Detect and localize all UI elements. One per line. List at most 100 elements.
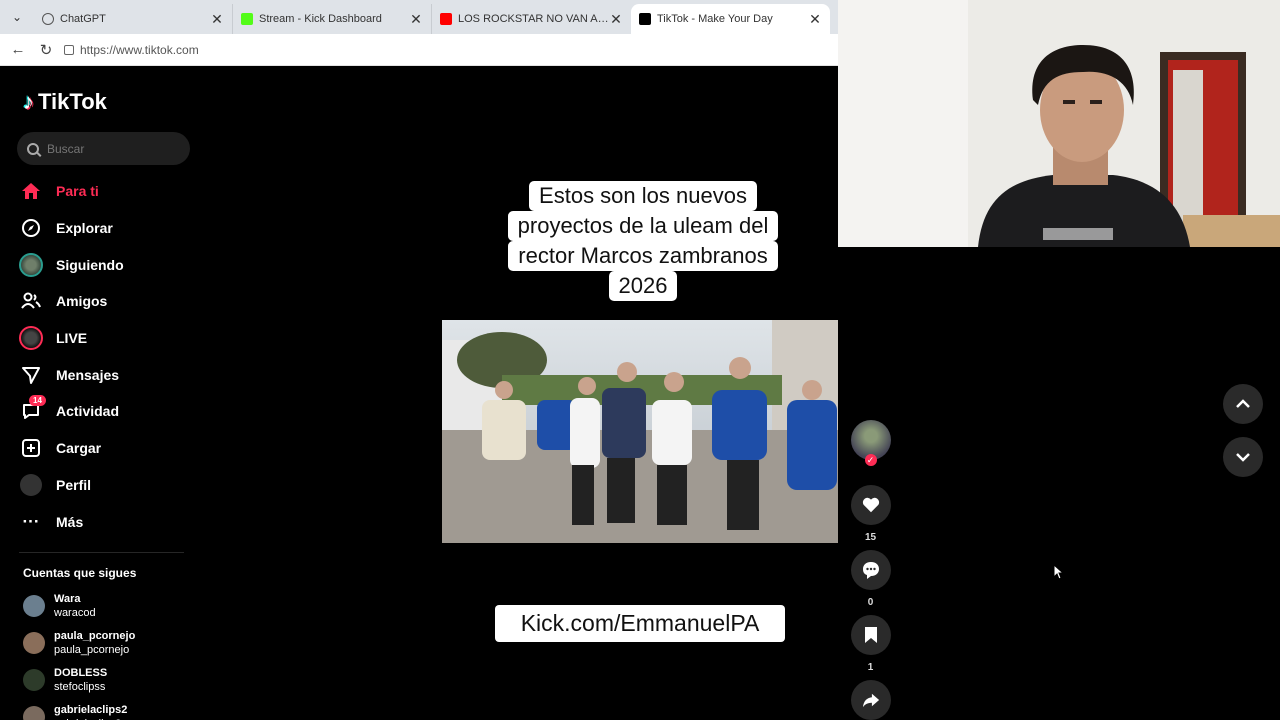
account-user: paula_pcornejo (54, 643, 130, 656)
tab-kick-dashboard[interactable]: Stream - Kick Dashboard ✕ (233, 4, 432, 34)
author-avatar[interactable]: ✓ (850, 420, 891, 466)
kick-overlay-text: Kick.com/EmmanuelPA (495, 605, 785, 642)
avatar (23, 668, 45, 691)
close-tab-icon[interactable]: ✕ (409, 11, 423, 28)
upload-icon (19, 436, 43, 460)
video-caption: Estos son los nuevos proyectos de la ule… (484, 181, 802, 301)
like-button[interactable] (850, 485, 891, 525)
back-arrow-icon[interactable]: ← (4, 41, 32, 58)
browser-tab-bar: ⌄ ChatGPT ✕ Stream - Kick Dashboard ✕ LO… (0, 0, 838, 34)
more-icon: ··· (22, 511, 40, 531)
youtube-favicon-icon (440, 13, 452, 25)
following-section-title: Cuentas que sigues (23, 566, 137, 580)
following-avatar-icon (19, 252, 43, 277)
menu-item-amigos[interactable]: Amigos (19, 283, 189, 320)
account-name: gabrielaclips2 (54, 703, 128, 716)
caption-line: rector Marcos zambranos (508, 241, 778, 271)
activity-icon: 14 (19, 395, 46, 423)
menu-label: Perfil (56, 476, 92, 493)
caption-line: Estos son los nuevos (529, 181, 757, 211)
search-box[interactable] (17, 132, 190, 165)
account-user: waracod (54, 606, 96, 619)
comment-icon (862, 562, 879, 579)
search-input[interactable] (47, 141, 177, 156)
menu-item-actividad[interactable]: 14 Actividad (19, 393, 189, 430)
menu-item-perfil[interactable]: Perfil (19, 467, 189, 504)
account-text: paula_pcornejo paula_pcornejo (54, 629, 135, 657)
tab-youtube[interactable]: LOS ROCKSTAR NO VAN AL CIELO ✕ (432, 4, 631, 34)
close-tab-icon[interactable]: ✕ (808, 11, 822, 28)
tiktok-logo[interactable]: ♪ TikTok (23, 89, 107, 115)
menu-item-mensajes[interactable]: Mensajes (19, 356, 189, 393)
tab-title: LOS ROCKSTAR NO VAN AL CIELO (458, 13, 609, 25)
following-account[interactable]: Wara waracod (23, 587, 193, 624)
follow-plus-icon[interactable]: ✓ (864, 454, 877, 466)
account-user: gabrielaclips2 (54, 717, 127, 720)
chatgpt-favicon-icon (42, 13, 54, 25)
tab-tiktok[interactable]: TikTok - Make Your Day ✕ (631, 4, 830, 34)
account-name: DOBLESS (54, 666, 108, 679)
menu-label: Explorar (56, 220, 113, 237)
site-info-icon[interactable] (64, 44, 74, 55)
like-count: 15 (864, 532, 877, 543)
previous-video-button[interactable] (1223, 384, 1263, 424)
menu-label: LIVE (56, 330, 88, 347)
tiktok-favicon-icon (639, 13, 651, 25)
url-field[interactable]: https://www.tiktok.com (64, 43, 199, 57)
avatar (23, 631, 45, 654)
kick-favicon-icon (241, 13, 253, 25)
next-video-button[interactable] (1223, 437, 1263, 477)
url-text[interactable]: https://www.tiktok.com (80, 43, 199, 57)
menu-item-para-ti[interactable]: Para ti (19, 173, 189, 210)
account-text: Wara waracod (54, 592, 96, 620)
menu-item-live[interactable]: LIVE (19, 320, 189, 357)
menu-label: Cargar (56, 440, 102, 457)
tab-title: TikTok - Make Your Day (657, 13, 773, 25)
following-account[interactable]: gabrielaclips2 gabrielaclips2 (23, 698, 193, 720)
menu-label: Siguiendo (56, 256, 124, 273)
following-account[interactable]: DOBLESS stefoclipss (23, 661, 193, 698)
menu-item-explorar[interactable]: Explorar (19, 210, 189, 247)
menu-item-cargar[interactable]: Cargar (19, 430, 189, 467)
comment-button[interactable] (850, 550, 891, 590)
menu-label: Más (56, 513, 84, 530)
following-account[interactable]: paula_pcornejo paula_pcornejo (23, 624, 193, 661)
menu-label: Amigos (56, 293, 108, 310)
caption-line: 2026 (608, 271, 678, 301)
tiktok-sidebar: ♪ TikTok Para ti Explorar Siguie (4, 67, 200, 720)
tab-list-dropdown-icon[interactable]: ⌄ (0, 0, 34, 34)
address-bar: ← ↻ https://www.tiktok.com (0, 34, 838, 66)
account-name: Wara (54, 592, 81, 605)
account-text: gabrielaclips2 gabrielaclips2 (54, 703, 127, 720)
following-list: Wara waracod paula_pcornejo paula_pcorne… (23, 587, 193, 720)
comment-count: 0 (867, 597, 874, 608)
profile-icon (19, 473, 43, 497)
close-tab-icon[interactable]: ✕ (609, 11, 623, 28)
live-icon (19, 326, 43, 351)
save-count: 1 (867, 662, 874, 673)
menu-label: Mensajes (56, 366, 120, 383)
menu-item-siguiendo[interactable]: Siguiendo (19, 246, 189, 283)
activity-badge: 14 (29, 395, 46, 407)
mouse-cursor-icon (1053, 563, 1065, 585)
share-button[interactable] (850, 680, 891, 720)
avatar (23, 594, 45, 617)
menu-label: Para ti (56, 183, 99, 200)
tab-title: ChatGPT (60, 13, 106, 25)
messages-icon (19, 363, 43, 387)
tiktok-note-icon: ♪ (23, 89, 34, 114)
close-tab-icon[interactable]: ✕ (210, 11, 224, 28)
video-photo (442, 320, 838, 543)
heart-icon (862, 497, 879, 513)
home-icon (19, 179, 43, 203)
chevron-up-icon (1236, 399, 1250, 408)
search-icon (27, 142, 39, 155)
chevron-down-icon (1236, 453, 1250, 462)
account-name: paula_pcornejo (54, 629, 136, 642)
save-button[interactable] (850, 615, 891, 655)
account-user: stefoclipss (54, 680, 106, 693)
video-actions: ✓ 15 0 1 (848, 420, 893, 720)
reload-icon[interactable]: ↻ (32, 41, 60, 59)
menu-item-mas[interactable]: ··· Más (19, 503, 189, 540)
tab-chatgpt[interactable]: ChatGPT ✕ (34, 4, 233, 34)
